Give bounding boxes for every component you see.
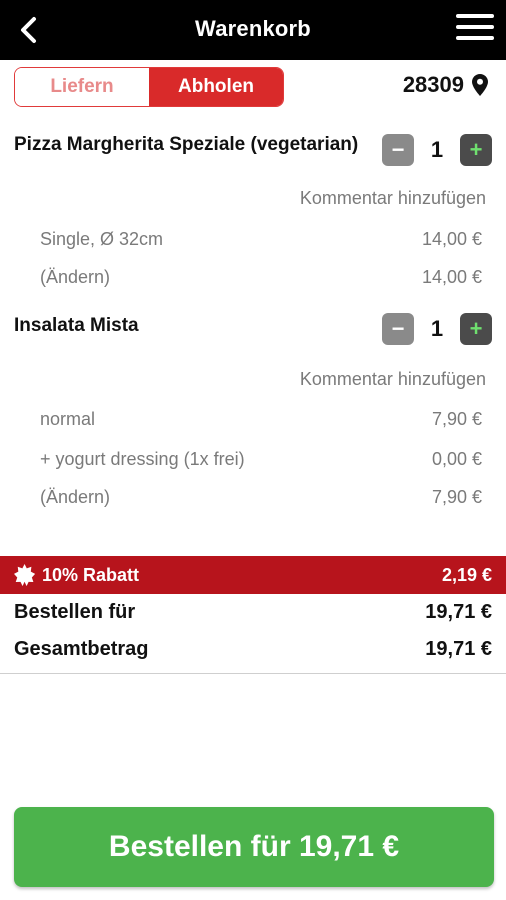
item-option-line: Single, Ø 32cm 14,00 € [40, 229, 482, 250]
order-for-row: Bestellen für 19,71 € [14, 601, 492, 624]
option-price: 0,00 € [431, 449, 482, 469]
item-subtotal: 7,90 € [431, 487, 482, 507]
cart-item-name: Pizza Margherita Speziale (vegetarian) [14, 134, 359, 155]
discount-badge-icon [14, 564, 36, 586]
item-option-line: (Ändern) 14,00 € [40, 267, 482, 288]
minus-icon: − [391, 316, 405, 341]
option-label: + yogurt dressing (1x frei) [40, 449, 245, 469]
cart-item-name: Insalata Mista [14, 315, 139, 336]
delivery-mode-toggle: Liefern Abholen [14, 67, 284, 107]
page-title: Warenkorb [195, 16, 311, 41]
delivery-option-button[interactable]: Liefern [15, 68, 149, 106]
discount-value: 2,19 € [441, 564, 492, 585]
option-label: normal [40, 409, 96, 429]
item-option-line: normal 7,90 € [40, 409, 482, 430]
item-subtotal: 14,00 € [421, 267, 482, 287]
quantity-stepper: − 1 + [382, 134, 492, 166]
increase-quantity-button[interactable]: + [460, 313, 492, 345]
top-bar: Warenkorb [0, 0, 506, 60]
zip-code: 28309 [402, 72, 464, 97]
decrease-quantity-button[interactable]: − [382, 134, 414, 166]
plus-icon: + [469, 316, 483, 341]
divider [0, 673, 506, 674]
option-price: 7,90 € [431, 409, 482, 429]
add-comment-link[interactable]: Kommentar hinzufügen [300, 188, 486, 209]
total-value: 19,71 € [425, 638, 492, 660]
quantity-stepper: − 1 + [382, 313, 492, 345]
menu-button[interactable] [456, 14, 494, 46]
total-label: Gesamtbetrag [14, 638, 149, 660]
quantity-value: 1 [430, 316, 444, 341]
quantity-value: 1 [430, 137, 444, 162]
order-for-value: 19,71 € [425, 601, 492, 623]
change-item-link[interactable]: (Ändern) [40, 267, 110, 288]
plus-icon: + [469, 137, 483, 162]
increase-quantity-button[interactable]: + [460, 134, 492, 166]
item-option-line: (Ändern) 7,90 € [40, 487, 482, 508]
change-item-link[interactable]: (Ändern) [40, 487, 110, 508]
discount-banner: 10% Rabatt 2,19 € [0, 556, 506, 594]
total-row: Gesamtbetrag 19,71 € [14, 638, 492, 661]
decrease-quantity-button[interactable]: − [382, 313, 414, 345]
pickup-option-button[interactable]: Abholen [149, 68, 283, 106]
discount-label: 10% Rabatt [42, 564, 140, 585]
minus-icon: − [391, 137, 405, 162]
map-pin-icon [472, 74, 488, 96]
item-option-line: + yogurt dressing (1x frei) 0,00 € [40, 449, 482, 470]
hamburger-menu-icon [456, 14, 494, 18]
order-for-label: Bestellen für [14, 601, 136, 623]
option-price: 14,00 € [421, 229, 482, 249]
place-order-button[interactable]: Bestellen für 19,71 € [14, 807, 494, 887]
location-selector[interactable]: 28309 [403, 72, 488, 98]
option-label: Single, Ø 32cm [40, 229, 164, 249]
add-comment-link[interactable]: Kommentar hinzufügen [300, 369, 486, 390]
